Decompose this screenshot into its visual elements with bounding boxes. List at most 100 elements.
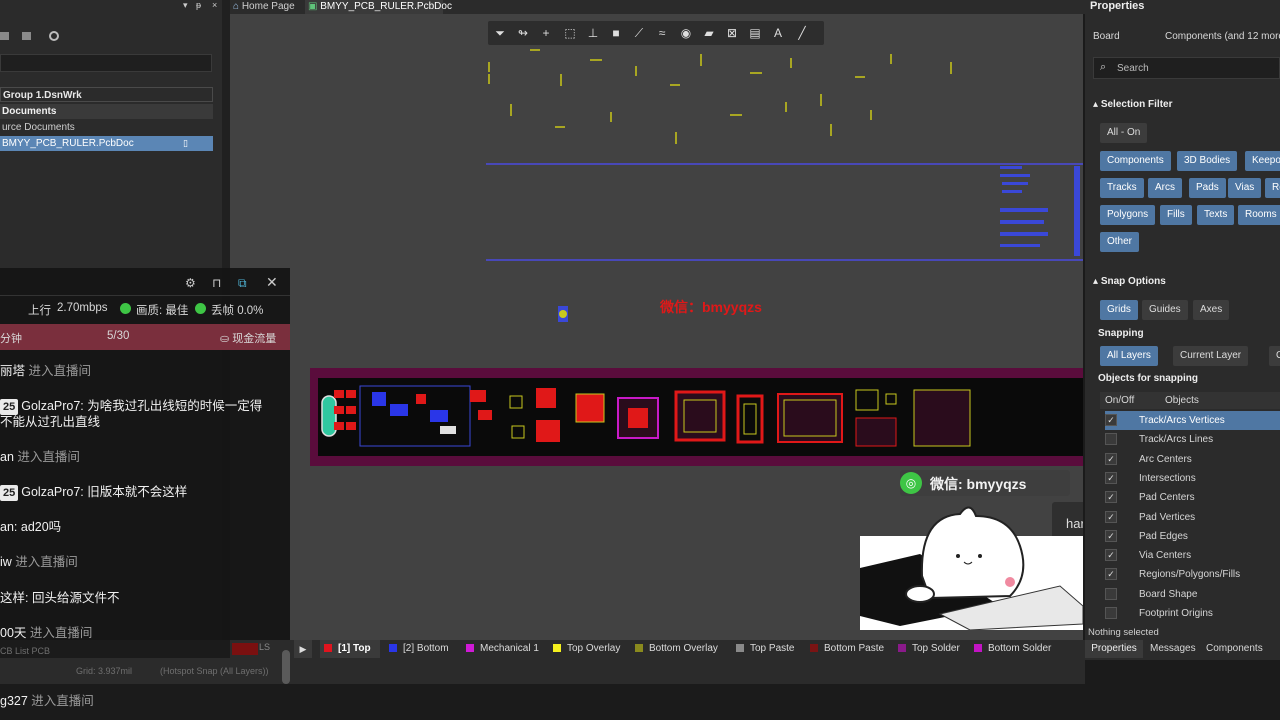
- layer-tab[interactable]: Bottom Overlay: [631, 640, 727, 658]
- layer-set-label[interactable]: LS: [259, 642, 270, 652]
- all-on-button[interactable]: All - On: [1100, 123, 1148, 143]
- select-rect-icon[interactable]: ⬚: [558, 21, 582, 45]
- filter-tracks[interactable]: Tracks: [1100, 178, 1144, 198]
- layer-tab[interactable]: [1] Top: [320, 640, 380, 658]
- snap-object-checkbox[interactable]: [1105, 607, 1117, 619]
- filter-texts[interactable]: Texts: [1197, 205, 1235, 225]
- filter-polygons[interactable]: Polygons: [1100, 205, 1156, 225]
- tab-messages[interactable]: Messages: [1150, 640, 1196, 658]
- chart-icon[interactable]: ▤: [743, 21, 767, 45]
- panel-menu-icon[interactable]: ▾: [183, 0, 188, 11]
- filter-rooms[interactable]: Rooms: [1238, 205, 1280, 225]
- chat-bar-right[interactable]: ⛀ 现金流量: [220, 330, 276, 346]
- filter-fills[interactable]: Fills: [1160, 205, 1192, 225]
- line-icon[interactable]: ╱: [790, 21, 814, 45]
- layer-play-icon[interactable]: ▶: [294, 640, 312, 658]
- filter-icon[interactable]: ⏷: [488, 21, 512, 45]
- snap-object-checkbox[interactable]: ✓: [1105, 529, 1117, 542]
- snapping-off[interactable]: Off: [1269, 346, 1280, 366]
- diff-pair-icon[interactable]: ≈: [650, 21, 674, 45]
- snap-object-row[interactable]: Board Shape: [1105, 585, 1280, 604]
- layer-tab[interactable]: Top Paste: [732, 640, 802, 658]
- snap-object-row[interactable]: ✓ Via Centers: [1105, 546, 1280, 565]
- tab-pcbdoc[interactable]: ▣ BMYY_PCB_RULER.PcbDoc: [305, 0, 452, 14]
- snapping-current-layer[interactable]: Current Layer: [1173, 346, 1249, 366]
- snap-object-row[interactable]: ✓ Arc Centers: [1105, 450, 1280, 469]
- popout-icon[interactable]: ⧉: [238, 276, 247, 291]
- component-icon[interactable]: ■: [604, 21, 628, 45]
- snap-objects-header: On/Off Objects: [1100, 392, 1280, 409]
- route-icon[interactable]: ↬: [511, 21, 535, 45]
- snap-object-row[interactable]: ✓ Intersections: [1105, 469, 1280, 488]
- filter-pads[interactable]: Pads: [1189, 178, 1226, 198]
- tree-source-folder[interactable]: urce Documents: [0, 120, 213, 135]
- snap-axes-button[interactable]: Axes: [1193, 300, 1230, 320]
- snap-object-checkbox[interactable]: [1105, 587, 1117, 600]
- snap-object-checkbox[interactable]: ✓: [1105, 510, 1117, 523]
- tree-workspace[interactable]: Group 1.DsnWrk: [0, 87, 213, 102]
- grid-readout: Grid: 3.937mil: [76, 666, 133, 676]
- snap-grids-button[interactable]: Grids: [1100, 300, 1138, 320]
- snap-object-row[interactable]: ✓ Pad Centers: [1105, 488, 1280, 507]
- selection-filter-header[interactable]: ▴ Selection Filter: [1093, 99, 1173, 110]
- tree-project[interactable]: Documents: [0, 104, 213, 119]
- interactive-route-icon[interactable]: ⟋: [627, 21, 651, 45]
- snap-object-row[interactable]: Track/Arcs Lines: [1105, 430, 1280, 449]
- snap-object-row[interactable]: Footprint Origins: [1105, 604, 1280, 623]
- polygon-icon[interactable]: ▰: [697, 21, 721, 45]
- panel-pin-icon[interactable]: ᵽ: [196, 0, 201, 10]
- snap-object-checkbox[interactable]: [1105, 433, 1117, 446]
- tab-properties[interactable]: Properties: [1085, 640, 1143, 658]
- panel-close-icon[interactable]: ×: [212, 0, 217, 10]
- close-icon[interactable]: ✕: [266, 274, 278, 291]
- panel-switch-tabs[interactable]: CB List PCB: [0, 646, 50, 656]
- filter-regions[interactable]: Regions: [1265, 178, 1280, 198]
- snap-object-checkbox[interactable]: ✓: [1105, 549, 1117, 562]
- snapping-all-layers[interactable]: All Layers: [1100, 346, 1158, 366]
- project-toolbar-icons[interactable]: [0, 28, 70, 44]
- filter-other[interactable]: Other: [1100, 232, 1140, 252]
- panel-tabs-bar: Properties Messages Components: [1085, 640, 1280, 658]
- scrollbar[interactable]: [282, 650, 290, 684]
- filter-vias[interactable]: Vias: [1228, 178, 1262, 198]
- snap-options-header[interactable]: ▴ Snap Options: [1093, 276, 1166, 287]
- layer-tab[interactable]: [2] Bottom: [385, 640, 457, 658]
- tab-components[interactable]: Components: [1206, 640, 1263, 658]
- snap-object-row[interactable]: ✓ Regions/Polygons/Fills: [1105, 565, 1280, 584]
- layer-tab[interactable]: Bottom Solder: [970, 640, 1062, 658]
- drop-status-icon: [195, 303, 206, 314]
- filter-3d-bodies[interactable]: 3D Bodies: [1177, 151, 1238, 171]
- align-icon[interactable]: ⊥: [581, 21, 605, 45]
- snap-object-checkbox[interactable]: ✓: [1105, 471, 1117, 484]
- layer-color-swatch: [389, 644, 397, 652]
- snap-object-checkbox[interactable]: ✓: [1105, 568, 1117, 581]
- projects-search-input[interactable]: [0, 54, 212, 72]
- filter-arcs[interactable]: Arcs: [1148, 178, 1182, 198]
- tab-home-page[interactable]: ⌂ Home Page: [230, 0, 304, 14]
- filter-components[interactable]: Components: [1100, 151, 1171, 171]
- properties-search-input[interactable]: ⌕ Search: [1093, 57, 1280, 79]
- text-icon[interactable]: A: [766, 21, 790, 45]
- via-icon[interactable]: ◉: [674, 21, 698, 45]
- layer-tab[interactable]: Top Overlay: [549, 640, 627, 658]
- layer-tab[interactable]: Top Solder: [894, 640, 966, 658]
- snap-object-row[interactable]: ✓ Track/Arcs Vertices: [1105, 411, 1280, 430]
- snap-object-checkbox[interactable]: ✓: [1105, 452, 1117, 465]
- snap-object-checkbox[interactable]: ✓: [1105, 491, 1117, 504]
- layer-tab[interactable]: Bottom Paste: [806, 640, 890, 658]
- keepout-icon[interactable]: ⊠: [720, 21, 744, 45]
- pcb-canvas[interactable]: ⏷ ↬ + ⬚ ⊥ ■ ⟋ ≈ ◉ ▰ ⊠ ▤ A ╱ 微信：bmyyqzs ◎…: [230, 14, 1083, 640]
- settings-icon[interactable]: ⚙: [185, 276, 196, 290]
- snap-guides-button[interactable]: Guides: [1142, 300, 1188, 320]
- plus-icon[interactable]: +: [534, 21, 558, 45]
- filter-keepouts[interactable]: Keepouts: [1245, 151, 1280, 171]
- components-filter-label[interactable]: Components (and 12 more): [1165, 31, 1280, 42]
- snap-object-row[interactable]: ✓ Pad Vertices: [1105, 508, 1280, 527]
- tree-file-pcbdoc[interactable]: BMYY_PCB_RULER.PcbDoc ▯: [0, 136, 213, 151]
- lock-icon[interactable]: ⊓: [212, 276, 221, 290]
- chat-message: 丽塔 进入直播间: [0, 364, 92, 378]
- snap-object-label: Footprint Origins: [1139, 608, 1213, 619]
- snap-object-checkbox[interactable]: ✓: [1105, 414, 1117, 426]
- layer-tab[interactable]: Mechanical 1: [462, 640, 544, 658]
- snap-object-row[interactable]: ✓ Pad Edges: [1105, 527, 1280, 546]
